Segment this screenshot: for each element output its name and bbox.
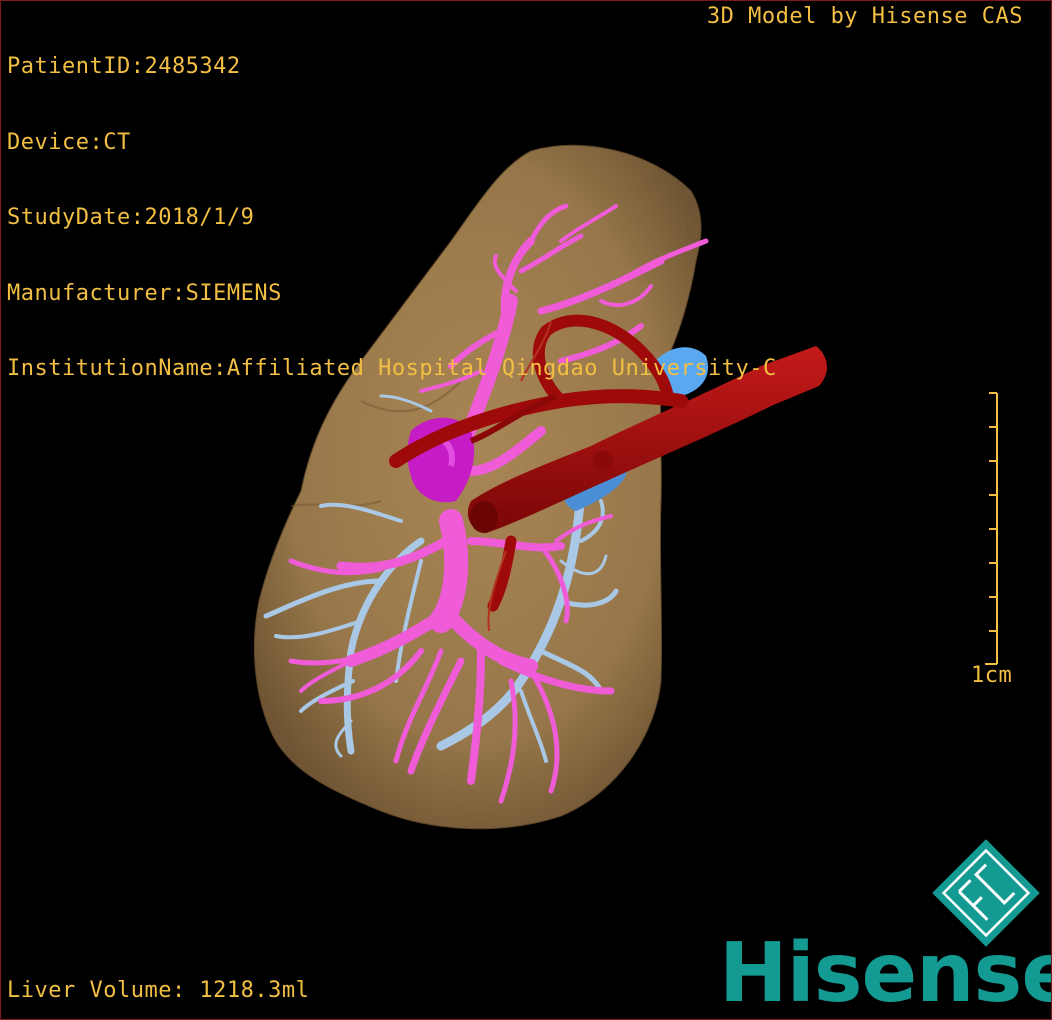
manufacturer: Manufacturer:SIEMENS xyxy=(7,280,282,306)
liver-volume: Liver Volume: 1218.3ml xyxy=(7,978,310,1003)
patient-info: PatientID:2485342 Device:CT StudyDate:20… xyxy=(7,4,777,432)
model-credit: 3D Model by Hisense CAS xyxy=(706,4,1023,29)
3d-viewport[interactable]: PatientID:2485342 Device:CT StudyDate:20… xyxy=(0,0,1052,1020)
device: Device:CT xyxy=(7,129,131,155)
patient-id: PatientID:2485342 xyxy=(7,54,241,79)
study-date: StudyDate:2018/1/9 xyxy=(7,205,255,230)
institution-name: InstitutionName:Affiliated Hospital Qing… xyxy=(7,356,777,381)
scale-bar-label: 1cm xyxy=(971,663,1013,688)
scale-bar xyxy=(985,392,998,665)
brand-wordmark: Hisense xyxy=(719,926,1052,1020)
